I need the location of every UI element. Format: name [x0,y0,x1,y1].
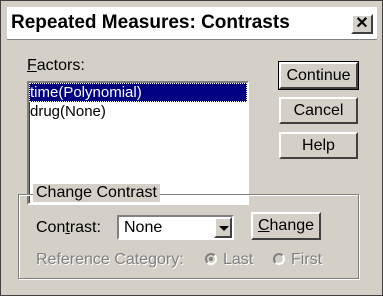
list-item[interactable]: drug(None) [29,102,247,121]
contrast-select[interactable]: None [117,215,234,240]
change-contrast-label: Change Contrast [33,184,160,202]
last-radio[interactable] [205,253,217,265]
continue-button[interactable]: Continue [278,61,359,90]
cancel-button[interactable]: Cancel [279,97,358,124]
change-button[interactable]: Change [251,212,321,240]
dialog-title: Repeated Measures: Contrasts [11,12,290,33]
help-button[interactable]: Help [279,132,358,159]
close-icon: ✕ [355,15,369,32]
contrast-label: Contrast: [36,219,101,236]
reference-category-label: Reference Category: [36,251,184,268]
first-radio[interactable] [273,253,285,265]
chevron-down-icon[interactable] [214,217,232,238]
list-item[interactable]: time(Polynomial) [29,83,247,102]
factors-label: Factors: [27,57,85,74]
last-radio-label: Last [223,251,254,268]
contrasts-dialog: Repeated Measures: Contrasts ✕ Factors: … [0,0,383,296]
title-bar: Repeated Measures: Contrasts ✕ [7,7,377,40]
contrast-value: None [124,219,163,236]
first-radio-label: First [291,251,323,268]
close-button[interactable]: ✕ [351,14,373,34]
